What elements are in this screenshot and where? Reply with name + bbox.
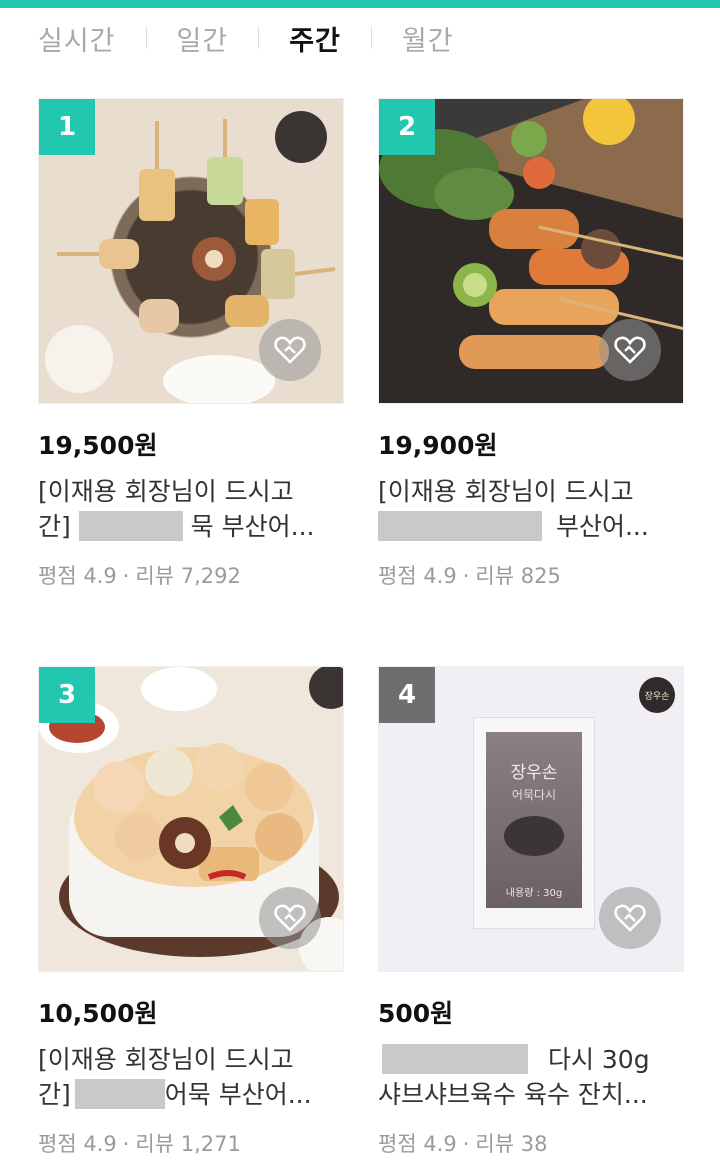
separator-dot: · xyxy=(462,564,470,588)
product-title-line1: [이재용 회장님이 드시고 xyxy=(38,1045,294,1074)
product-price: 19,900원 xyxy=(378,431,498,460)
packet-volume-text: 내용량 : 30g xyxy=(505,888,563,899)
product-title-line2-suffix: 어묵 부산어... xyxy=(164,1080,312,1109)
product-title-line1: [이재용 회장님이 드시고 xyxy=(378,477,634,506)
product-title[interactable]: [이재용 회장님이 드시고 간] 어묵 부산어... xyxy=(38,1042,344,1112)
product-title-line1: [이재용 회장님이 드시고 xyxy=(38,477,294,506)
tab-divider xyxy=(258,27,260,49)
period-tabs: 실시간 일간 주간 월간 xyxy=(38,18,454,58)
top-accent-bar xyxy=(0,0,720,8)
heart-icon xyxy=(614,336,646,364)
tab-divider xyxy=(370,27,372,49)
broth-packet: 장우손 어묵다시 내용량 : 30g xyxy=(473,717,595,929)
tab-divider xyxy=(145,27,147,49)
product-image[interactable]: 3 xyxy=(38,666,344,972)
product-title-line2-suffix: 부산어... xyxy=(555,512,649,541)
product-price: 500원 xyxy=(378,999,454,1028)
heart-icon xyxy=(274,336,306,364)
rating-label: 평점 4.9 xyxy=(38,1132,117,1156)
product-image[interactable]: 1 xyxy=(38,98,344,404)
product-card[interactable]: 3 10,500원 [이재용 회장님이 드시고 간] 어묵 부산어... 평점 4… xyxy=(38,666,344,1158)
product-card[interactable]: 1 19,500원 [이재용 회장님이 드시고 간] 묵 부산어... 평점 4… xyxy=(38,98,344,590)
packet-product-text: 어묵다시 xyxy=(511,788,557,802)
product-title[interactable]: [이재용 회장님이 드시고 부산어... xyxy=(378,474,684,544)
heart-icon xyxy=(614,904,646,932)
product-card[interactable]: 2 19,900원 [이재용 회장님이 드시고 부산어... 평점 4.9 · 리뷰… xyxy=(378,98,684,590)
product-title[interactable]: [이재용 회장님이 드시고 간] 묵 부산어... xyxy=(38,474,344,544)
wishlist-button[interactable] xyxy=(259,887,321,949)
product-card[interactable]: 장우손 어묵다시 내용량 : 30g 장우손 4 500원 다시 30g 샤브샤… xyxy=(378,666,684,1158)
wishlist-button[interactable] xyxy=(599,887,661,949)
product-image[interactable]: 장우손 어묵다시 내용량 : 30g 장우손 4 xyxy=(378,666,684,972)
wishlist-button[interactable] xyxy=(259,319,321,381)
separator-dot: · xyxy=(122,1132,130,1156)
product-rating-info: 평점 4.9 · 리뷰 825 xyxy=(378,560,684,590)
product-title-line1-suffix: 다시 30g xyxy=(547,1045,650,1074)
redacted-text xyxy=(382,1044,528,1074)
product-rating-info: 평점 4.9 · 리뷰 38 xyxy=(378,1128,684,1158)
review-count: 리뷰 825 xyxy=(475,564,561,588)
rating-label: 평점 4.9 xyxy=(378,564,457,588)
review-count: 리뷰 38 xyxy=(475,1132,548,1156)
tab-realtime[interactable]: 실시간 xyxy=(38,19,116,58)
tab-weekly[interactable]: 주간 xyxy=(289,19,341,58)
separator-dot: · xyxy=(462,1132,470,1156)
rank-badge: 1 xyxy=(39,99,95,155)
product-rating-info: 평점 4.9 · 리뷰 7,292 xyxy=(38,560,344,590)
review-count: 리뷰 7,292 xyxy=(135,564,241,588)
product-image[interactable]: 2 xyxy=(378,98,684,404)
rank-badge: 2 xyxy=(379,99,435,155)
wishlist-button[interactable] xyxy=(599,319,661,381)
packet-bowl-illustration xyxy=(504,816,564,856)
packet-brand-text: 장우손 xyxy=(510,763,558,783)
separator-dot: · xyxy=(122,564,130,588)
rank-badge: 3 xyxy=(39,667,95,723)
brand-logo: 장우손 xyxy=(639,677,675,713)
heart-icon xyxy=(274,904,306,932)
product-price: 19,500원 xyxy=(38,431,158,460)
redacted-text xyxy=(74,1079,165,1109)
redacted-text xyxy=(378,511,542,541)
product-title-line2: 샤브샤브육수 육수 잔치... xyxy=(378,1080,648,1109)
tab-daily[interactable]: 일간 xyxy=(177,19,229,58)
product-title-line2-prefix: 간] xyxy=(38,1080,71,1109)
tab-monthly[interactable]: 월간 xyxy=(402,19,454,58)
product-title[interactable]: 다시 30g 샤브샤브육수 육수 잔치... xyxy=(378,1042,684,1112)
rating-label: 평점 4.9 xyxy=(38,564,117,588)
rating-label: 평점 4.9 xyxy=(378,1132,457,1156)
product-rating-info: 평점 4.9 · 리뷰 1,271 xyxy=(38,1128,344,1158)
redacted-text xyxy=(78,511,183,541)
product-title-line2-suffix: 묵 부산어... xyxy=(190,512,315,541)
product-price: 10,500원 xyxy=(38,999,158,1028)
product-title-line2-prefix: 간] xyxy=(38,512,71,541)
rank-badge: 4 xyxy=(379,667,435,723)
review-count: 리뷰 1,271 xyxy=(135,1132,241,1156)
